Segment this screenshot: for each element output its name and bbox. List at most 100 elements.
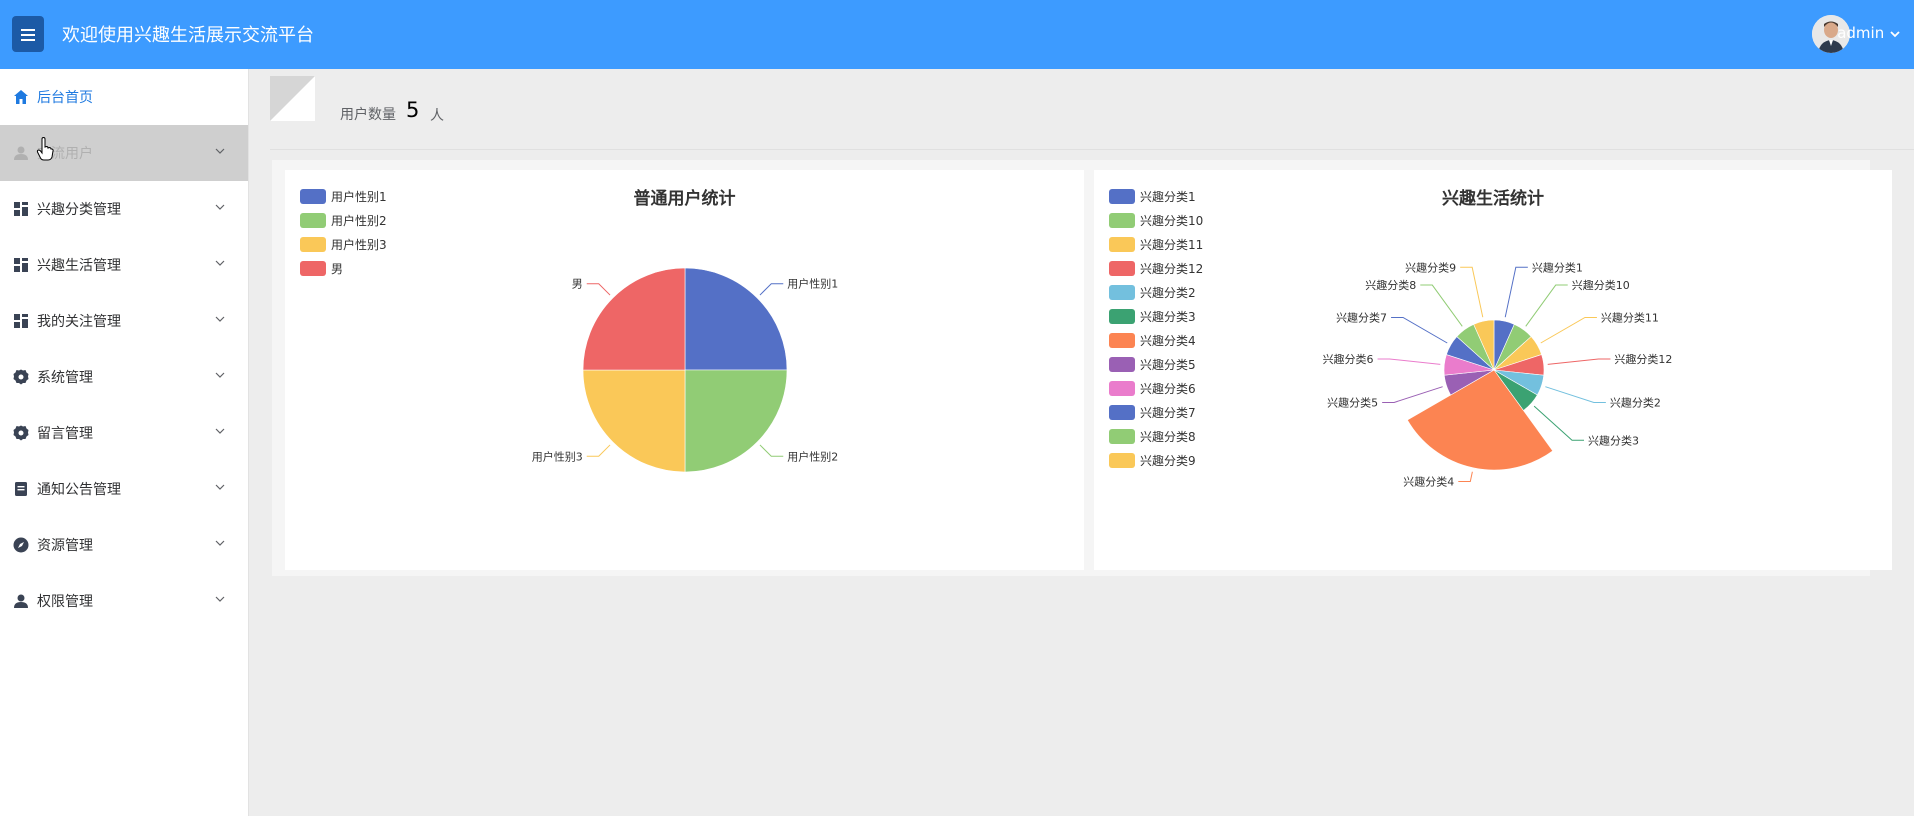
legend-swatch[interactable] xyxy=(1109,453,1135,468)
hamburger-icon xyxy=(21,29,35,41)
stat-count: 5 xyxy=(406,98,420,122)
stat-label: 用户数量 xyxy=(340,107,396,123)
legend-item[interactable]: 兴趣分类3 xyxy=(1140,309,1196,324)
label-line xyxy=(1547,358,1611,365)
slice-label: 兴趣分类1 xyxy=(1532,260,1583,274)
sidebar-item-interest-categories[interactable]: 兴趣分类管理 xyxy=(0,181,248,237)
slice-label: 兴趣分类3 xyxy=(1588,433,1639,447)
slice-label: 兴趣分类12 xyxy=(1614,352,1672,366)
slice-label: 兴趣分类4 xyxy=(1403,475,1454,489)
label-line xyxy=(1545,386,1606,403)
label-line xyxy=(759,283,784,296)
legend-item[interactable]: 兴趣分类7 xyxy=(1140,405,1196,420)
legend-item[interactable]: 用户性别1 xyxy=(331,189,387,204)
menu-toggle-button[interactable] xyxy=(12,16,44,52)
sidebar-item-messages[interactable]: 留言管理 xyxy=(0,405,248,461)
legend-swatch[interactable] xyxy=(1109,309,1135,324)
slice-label: 用户性别1 xyxy=(787,277,838,291)
legend-item[interactable]: 兴趣分类2 xyxy=(1140,285,1196,300)
user-icon xyxy=(13,593,29,609)
legend-swatch[interactable] xyxy=(1109,189,1135,204)
legend-swatch[interactable] xyxy=(300,189,326,204)
slice-label: 兴趣分类9 xyxy=(1405,260,1456,274)
sidebar-item-system[interactable]: 系统管理 xyxy=(0,349,248,405)
label-line xyxy=(1458,471,1473,483)
user-icon xyxy=(13,145,29,161)
sidebar-item-my-follows[interactable]: 我的关注管理 xyxy=(0,293,248,349)
chevron-down-icon xyxy=(1890,31,1900,38)
legend-item[interactable]: 用户性别2 xyxy=(331,213,387,228)
sidebar-item-notices[interactable]: 通知公告管理 xyxy=(0,461,248,517)
legend-swatch[interactable] xyxy=(1109,333,1135,348)
gear-icon xyxy=(13,369,29,385)
grid-icon xyxy=(13,257,29,273)
sidebar-item-label: 资源管理 xyxy=(37,538,93,554)
chevron-down-icon xyxy=(215,372,225,378)
chevron-down-icon xyxy=(215,148,225,154)
chevron-down-icon xyxy=(215,428,225,434)
chevron-down-icon xyxy=(215,484,225,490)
sidebar-item-label: 系统管理 xyxy=(37,370,93,386)
legend-item[interactable]: 兴趣分类8 xyxy=(1140,429,1196,444)
legend-item[interactable]: 兴趣分类10 xyxy=(1140,213,1203,228)
stat-thumbnail xyxy=(270,76,315,121)
legend-item[interactable]: 兴趣分类12 xyxy=(1140,261,1203,276)
legend-swatch[interactable] xyxy=(1109,405,1135,420)
legend-swatch[interactable] xyxy=(300,237,326,252)
legend-swatch[interactable] xyxy=(1109,213,1135,228)
legend-item[interactable]: 用户性别3 xyxy=(331,237,387,252)
sidebar-item-label: 通知公告管理 xyxy=(37,482,121,498)
legend-item[interactable]: 男 xyxy=(331,262,343,276)
label-line xyxy=(586,283,611,296)
user-menu[interactable]: admin xyxy=(1837,24,1900,42)
sidebar-item-interest-life[interactable]: 兴趣生活管理 xyxy=(0,237,248,293)
label-line xyxy=(1391,317,1448,344)
legend-item[interactable]: 兴趣分类4 xyxy=(1140,333,1196,348)
legend-swatch[interactable] xyxy=(300,261,326,276)
chart-title: 普通用户统计 xyxy=(634,188,736,209)
stat-unit: 人 xyxy=(430,108,444,124)
chevron-down-icon xyxy=(215,596,225,602)
label-line xyxy=(759,444,784,457)
sidebar-item-label: 兴趣生活管理 xyxy=(37,258,121,274)
sidebar-item-users[interactable]: 交流用户 xyxy=(0,125,248,181)
sidebar-item-home[interactable]: 后台首页 xyxy=(0,69,248,125)
user-name: admin xyxy=(1837,24,1885,42)
legend-item[interactable]: 兴趣分类6 xyxy=(1140,381,1196,396)
legend-item[interactable]: 兴趣分类11 xyxy=(1140,237,1203,252)
legend-swatch[interactable] xyxy=(1109,261,1135,276)
legend-swatch[interactable] xyxy=(300,213,326,228)
sidebar-item-label: 我的关注管理 xyxy=(37,314,121,330)
label-line xyxy=(1377,358,1441,365)
legend-item[interactable]: 兴趣分类9 xyxy=(1140,453,1196,468)
chevron-down-icon xyxy=(215,316,225,322)
legend-swatch[interactable] xyxy=(1109,237,1135,252)
label-line xyxy=(586,444,611,457)
top-bar: 欢迎使用兴趣生活展示交流平台 admin xyxy=(0,0,1914,69)
legend-swatch[interactable] xyxy=(1109,285,1135,300)
interest-stats-chart: 兴趣生活统计兴趣分类1兴趣分类10兴趣分类11兴趣分类12兴趣分类2兴趣分类3兴… xyxy=(1109,188,1672,489)
slice-label: 用户性别2 xyxy=(787,449,838,463)
slice-label: 男 xyxy=(572,278,583,291)
slice-label: 兴趣分类6 xyxy=(1323,352,1374,366)
interest-stats-card: 兴趣生活统计 兴趣分类1 兴趣分类10 兴趣分类11 兴趣分类12 兴趣分类2 兴趣分类3 兴… xyxy=(1094,170,1892,570)
chevron-down-icon xyxy=(215,204,225,210)
legend-item[interactable]: 兴趣分类5 xyxy=(1140,357,1196,372)
label-line xyxy=(1420,284,1463,327)
slice-label: 兴趣分类5 xyxy=(1327,395,1378,409)
sidebar: 后台首页 交流用户 兴趣分类管理 兴趣生活管理 我的关注管理 系统管理 留言管理… xyxy=(0,69,249,816)
legend-swatch[interactable] xyxy=(1109,381,1135,396)
label-line xyxy=(1525,284,1568,327)
sidebar-item-resources[interactable]: 资源管理 xyxy=(0,517,248,573)
slice-label: 兴趣分类10 xyxy=(1572,278,1630,292)
slice-label: 兴趣分类7 xyxy=(1336,311,1387,325)
hand-cursor-icon xyxy=(36,137,54,161)
legend-swatch[interactable] xyxy=(1109,357,1135,372)
slice-label: 兴趣分类11 xyxy=(1601,311,1659,325)
legend-swatch[interactable] xyxy=(1109,429,1135,444)
legend-item[interactable]: 兴趣分类1 xyxy=(1140,189,1196,204)
home-icon xyxy=(13,89,29,105)
slice-label: 兴趣分类8 xyxy=(1365,278,1416,292)
sidebar-item-label: 留言管理 xyxy=(37,426,93,442)
sidebar-item-permissions[interactable]: 权限管理 xyxy=(0,573,248,629)
